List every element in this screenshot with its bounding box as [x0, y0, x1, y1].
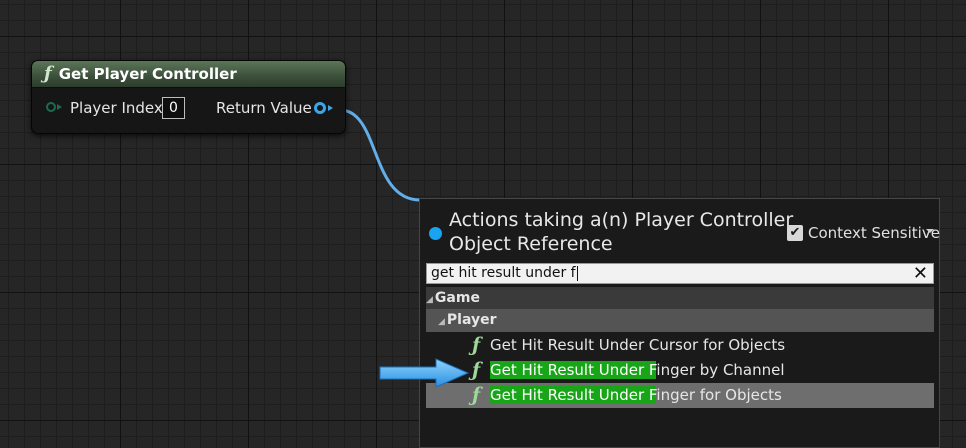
- clear-search-icon[interactable]: ✕: [913, 264, 928, 283]
- list-item-selected[interactable]: ƒ Get Hit Result Under Finger for Object…: [426, 383, 934, 408]
- node-title: Get Player Controller: [58, 65, 237, 83]
- node-header[interactable]: ƒ Get Player Controller: [32, 61, 345, 88]
- dropdown-arrow-icon: [926, 229, 934, 233]
- menu-title-line2: Object Reference: [449, 233, 613, 255]
- category-game-label: Game: [434, 290, 480, 306]
- list-item[interactable]: ƒ Get Hit Result Under Cursor for Object…: [426, 333, 934, 358]
- category-game[interactable]: ◢ Game: [426, 287, 934, 309]
- context-sensitive-checkbox[interactable]: ✔: [787, 225, 803, 241]
- collapse-triangle-icon: ◢: [438, 317, 445, 327]
- function-icon: ƒ: [472, 334, 481, 356]
- blue-arrow-pointer-icon: [379, 358, 470, 388]
- search-input[interactable]: get hit result under f ✕: [426, 263, 934, 284]
- object-reference-dot-icon: [429, 227, 442, 240]
- function-icon: ƒ: [44, 63, 52, 84]
- search-text: get hit result under f: [431, 265, 576, 281]
- category-player-label: Player: [446, 312, 497, 328]
- collapse-triangle-icon: ◢: [426, 295, 433, 305]
- text-caret: [576, 265, 578, 281]
- pin-arrow-icon: [57, 104, 62, 110]
- get-player-controller-node[interactable]: ƒ Get Player Controller Player Index 0 R…: [31, 60, 346, 134]
- menu-title: Actions taking a(n) Player Controller Ob…: [449, 208, 793, 256]
- return-value-pin[interactable]: [314, 102, 326, 114]
- function-icon: ƒ: [472, 359, 481, 381]
- list-item[interactable]: ƒ Get Hit Result Under Finger by Channel: [426, 358, 934, 383]
- pin-arrow-icon: [328, 105, 333, 111]
- function-icon: ƒ: [472, 384, 481, 406]
- match-highlight: Get Hit Result Under F: [490, 386, 657, 404]
- action-menu: Actions taking a(n) Player Controller Ob…: [419, 198, 940, 448]
- node-body: Player Index 0 Return Value: [32, 88, 345, 132]
- menu-title-line1: Actions taking a(n) Player Controller: [449, 209, 794, 231]
- category-player[interactable]: ◢ Player: [426, 309, 934, 332]
- context-sensitive-label[interactable]: Context Sensitive: [808, 224, 940, 242]
- player-index-label: Player Index: [70, 99, 163, 117]
- return-value-label: Return Value: [216, 99, 312, 117]
- player-index-pin[interactable]: [46, 102, 56, 112]
- player-index-input[interactable]: 0: [162, 97, 185, 119]
- match-highlight: Get Hit Result Under F: [490, 361, 657, 379]
